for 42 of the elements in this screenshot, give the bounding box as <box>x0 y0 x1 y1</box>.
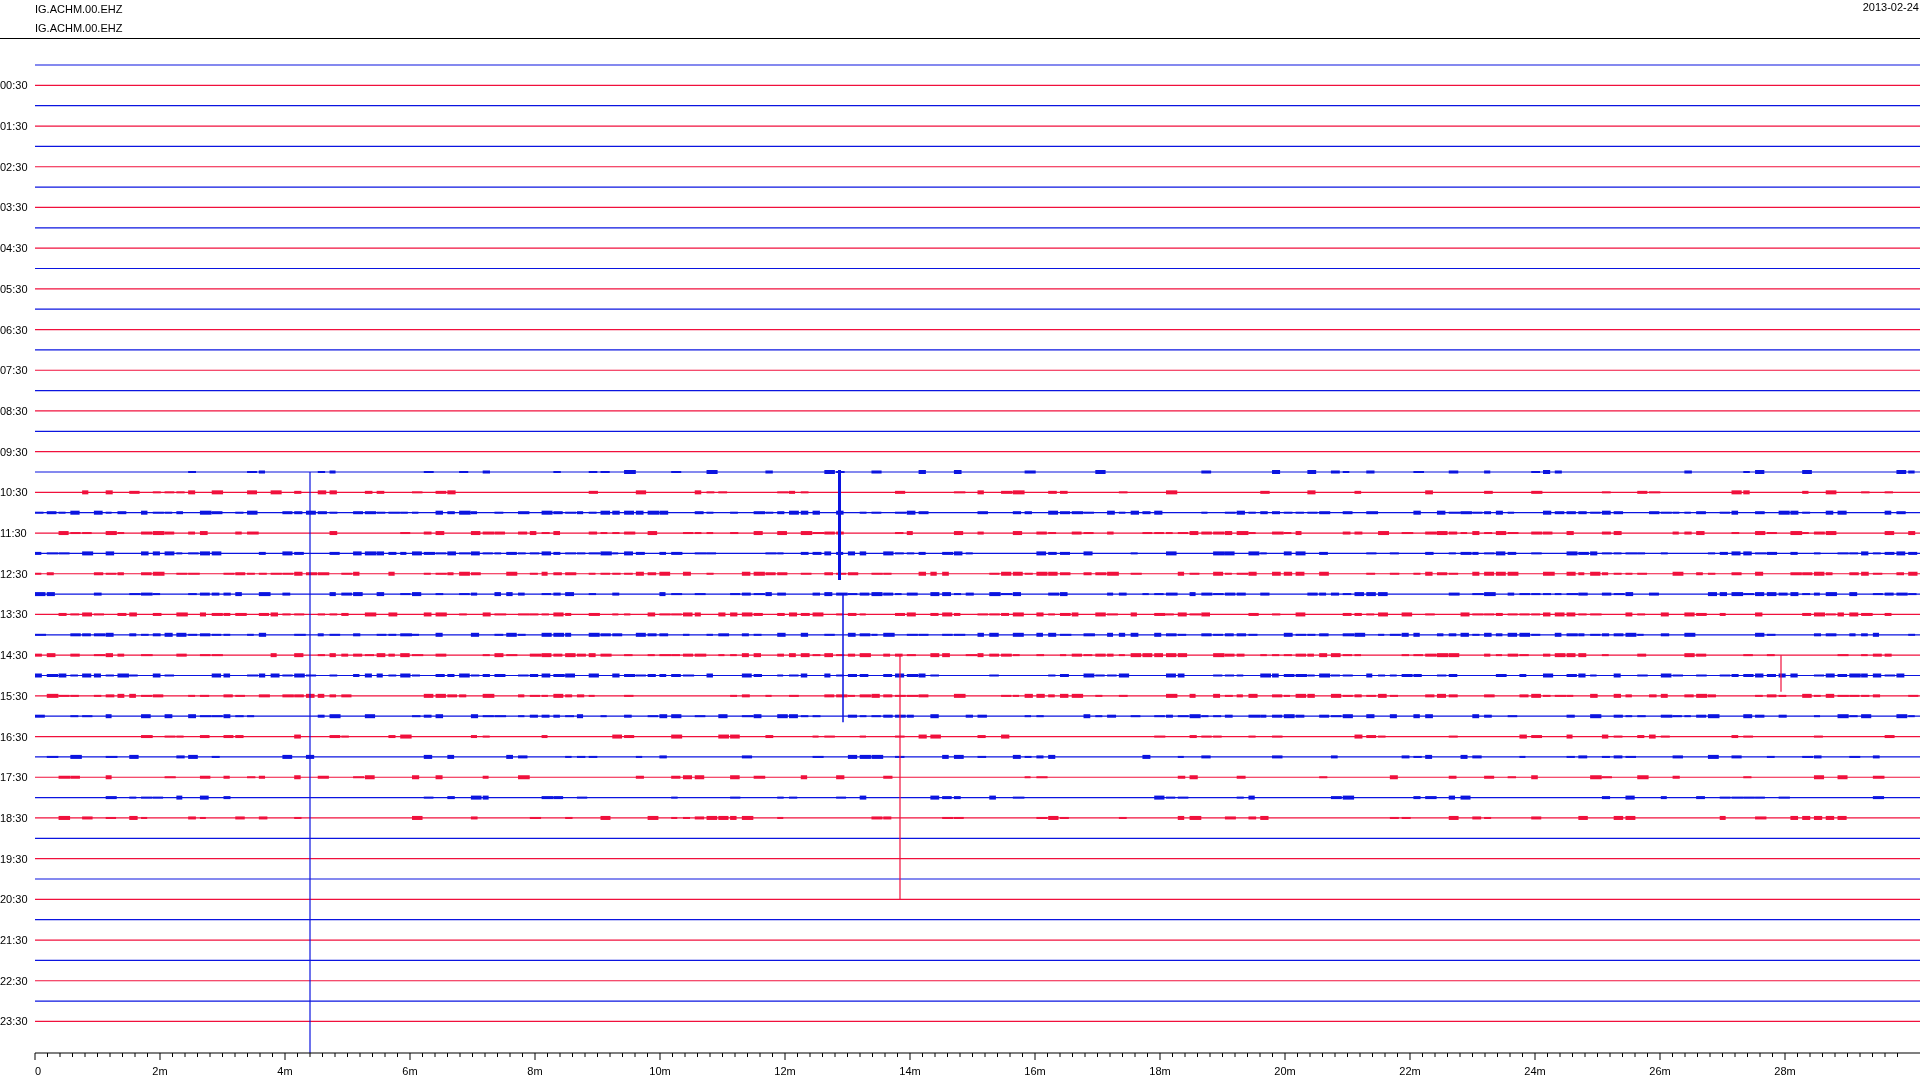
hour-label: 17:30 <box>0 771 28 784</box>
channel-label: IG.ACHM.00.EHZ <box>35 21 123 36</box>
hour-label: 14:30 <box>0 649 28 662</box>
time-axis-label: 10m <box>649 1065 671 1077</box>
hour-label: 19:30 <box>0 852 28 865</box>
hour-label: 12:30 <box>0 567 28 580</box>
time-axis-label: 26m <box>1649 1065 1671 1077</box>
time-axis-label: 2m <box>152 1065 168 1077</box>
time-axis-label: 18m <box>1149 1065 1171 1077</box>
hour-label: 20:30 <box>0 893 28 906</box>
hour-label: 06:30 <box>0 323 28 336</box>
hour-label: 08:30 <box>0 404 28 417</box>
time-axis-label: 28m <box>1774 1065 1796 1077</box>
hour-label: 22:30 <box>0 974 28 987</box>
time-axis-label: 22m <box>1399 1065 1421 1077</box>
time-axis-label: 20m <box>1274 1065 1296 1077</box>
hour-label: 01:30 <box>0 120 28 133</box>
time-axis-label: 12m <box>774 1065 796 1077</box>
date-label: 2013-02-24 <box>1862 0 1920 14</box>
hour-label: 16:30 <box>0 730 28 743</box>
time-axis-label: 24m <box>1524 1065 1546 1077</box>
hour-label: 03:30 <box>0 201 28 214</box>
hour-label: 21:30 <box>0 934 28 947</box>
time-axis-label: 14m <box>899 1065 921 1077</box>
time-axis-label: 8m <box>527 1065 543 1077</box>
hour-label: 23:30 <box>0 1015 28 1028</box>
hour-label: 11:30 <box>0 527 27 540</box>
hour-label: 00:30 <box>0 79 28 92</box>
time-axis-label: 0 <box>35 1065 42 1077</box>
time-axis-label: 16m <box>1024 1065 1046 1077</box>
hour-label: 05:30 <box>0 282 28 295</box>
hour-label: 18:30 <box>0 811 28 824</box>
hour-label: 09:30 <box>0 445 28 458</box>
channel-label: IG.ACHM.00.EHZ <box>35 2 123 17</box>
hour-label: 04:30 <box>0 242 28 255</box>
time-axis-label: 6m <box>402 1065 418 1077</box>
hour-label: 02:30 <box>0 160 28 173</box>
time-axis-label: 4m <box>277 1065 293 1077</box>
hour-label: 15:30 <box>0 689 28 702</box>
hour-label: 13:30 <box>0 608 28 621</box>
hour-label: 10:30 <box>0 486 28 499</box>
hour-label: 07:30 <box>0 364 28 377</box>
